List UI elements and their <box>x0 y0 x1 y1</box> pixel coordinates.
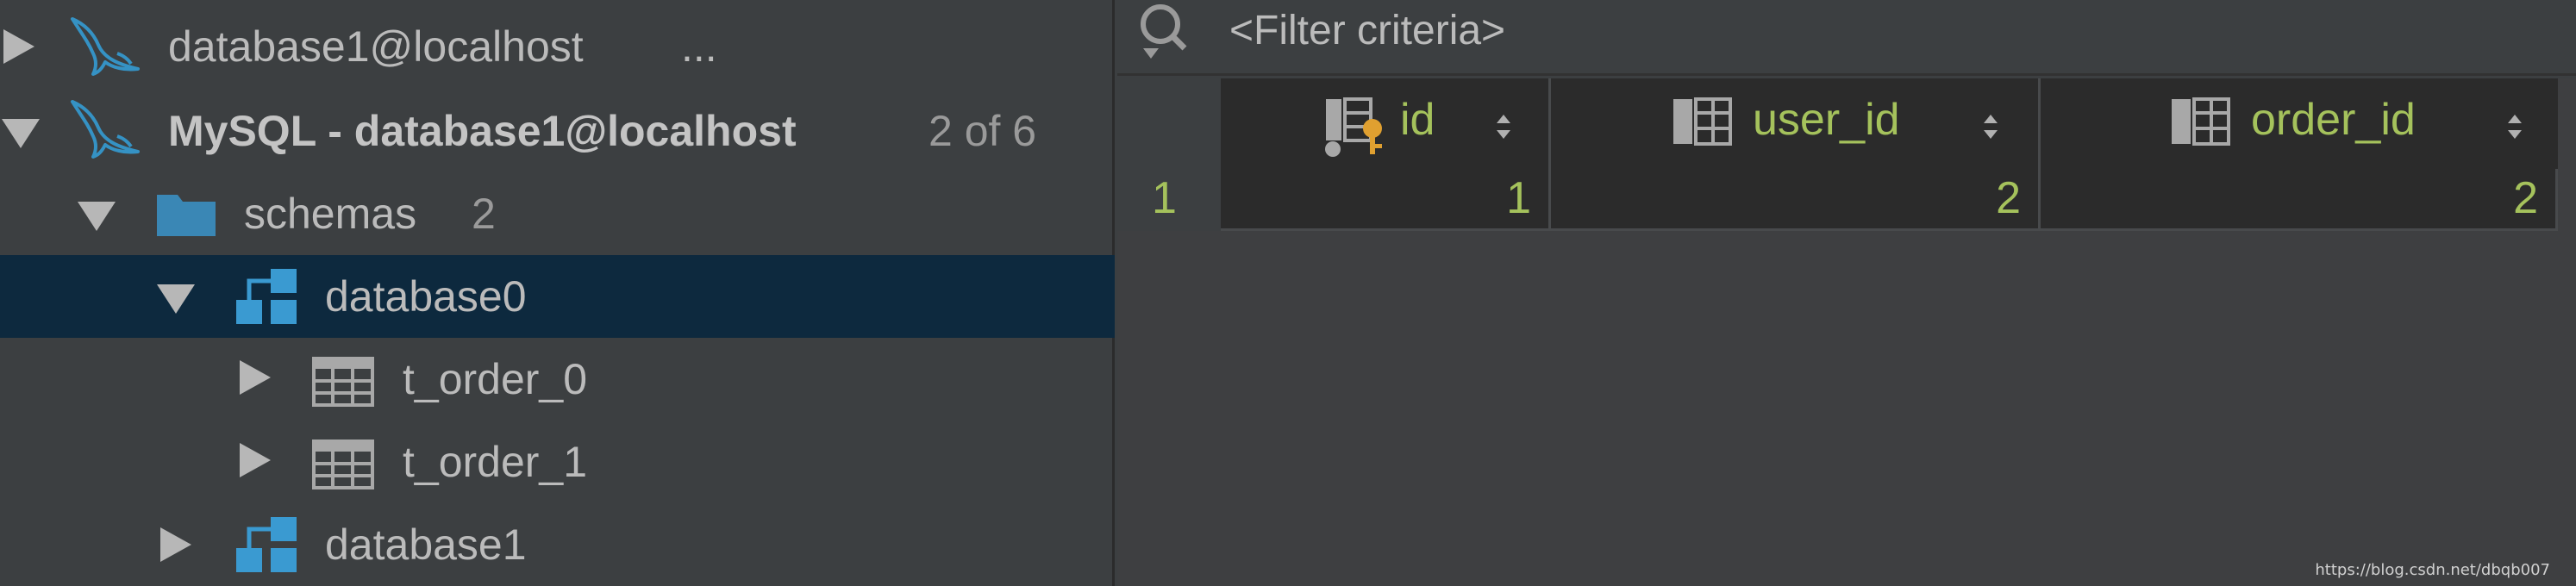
column-header-label: user_id <box>1753 95 1900 145</box>
sort-toggle-icon[interactable] <box>1495 109 1512 144</box>
column-header-label: order_id <box>2251 95 2416 145</box>
column-header-order-id[interactable]: order_id <box>2041 78 2558 169</box>
tree-node-schemas[interactable]: schemas 2 <box>0 172 1115 255</box>
tree-node-label: t_order_0 <box>403 355 588 403</box>
tree-node-label: database1@localhost <box>168 22 584 71</box>
filter-criteria-input[interactable]: <Filter criteria> <box>1229 7 1505 54</box>
tree-node-suffix: 2 <box>472 190 496 238</box>
database-tool-window: database1@localhost ... MySQL - database… <box>0 0 2576 586</box>
schema-icon <box>236 269 297 324</box>
tree-node-database0[interactable]: database0 <box>0 255 1115 338</box>
tree-node-label: MySQL - database1@localhost <box>168 107 797 155</box>
tree-node-t-order-1[interactable]: t_order_1 <box>0 421 1115 503</box>
column-header-id[interactable]: id <box>1221 78 1551 169</box>
column-header-label: id <box>1400 95 1435 145</box>
watermark-text: https://blog.csdn.net/dbqb007 <box>2315 561 2550 579</box>
column-icon <box>2172 97 2230 146</box>
collapse-arrow-icon[interactable] <box>78 202 116 231</box>
tree-node-t-order-0[interactable]: t_order_0 <box>0 338 1115 421</box>
column-header-user-id[interactable]: user_id <box>1551 78 2041 169</box>
sort-toggle-icon[interactable] <box>1982 109 1999 144</box>
filter-search-icon[interactable] <box>1135 2 1190 62</box>
column-icon <box>1673 97 1732 146</box>
data-grid-panel: <Filter criteria> id user_id order_id 1 … <box>1117 0 2576 586</box>
table-cell-order-id[interactable]: 2 <box>2041 169 2558 231</box>
expand-arrow-icon[interactable] <box>160 527 191 562</box>
table-cell-id[interactable]: 1 <box>1221 169 1551 231</box>
tree-node-label: database1 <box>325 521 527 569</box>
table-icon <box>312 440 374 489</box>
database-tree-panel: database1@localhost ... MySQL - database… <box>0 0 1115 586</box>
tree-node-mysql-database1[interactable]: MySQL - database1@localhost 2 of 6 <box>0 90 1115 172</box>
row-number[interactable]: 1 <box>1117 169 1221 231</box>
tree-node-database1[interactable]: database1 <box>0 503 1115 586</box>
collapse-arrow-icon[interactable] <box>157 284 195 314</box>
table-icon <box>312 357 374 407</box>
expand-arrow-icon[interactable] <box>3 29 34 64</box>
filter-bar[interactable]: <Filter criteria> <box>1117 0 2576 76</box>
grid-corner <box>1117 78 1221 169</box>
expand-arrow-icon[interactable] <box>240 360 271 395</box>
result-grid: id user_id order_id 1 1 2 2 <box>1117 78 2576 586</box>
collapse-arrow-icon[interactable] <box>2 119 40 148</box>
mysql-dolphin-icon <box>71 100 140 159</box>
tree-node-suffix: 2 of 6 <box>928 107 1037 155</box>
mysql-dolphin-icon <box>71 17 140 76</box>
tree-node-label: t_order_1 <box>403 438 588 486</box>
tree-node-label: schemas <box>244 190 417 238</box>
table-cell-user-id[interactable]: 2 <box>1551 169 2041 231</box>
tree-node-suffix: ... <box>681 22 717 71</box>
sort-toggle-icon[interactable] <box>2506 109 2523 144</box>
tree-node-database1-localhost[interactable]: database1@localhost ... <box>0 5 1115 88</box>
primary-key-column-icon <box>1325 97 1382 157</box>
schema-icon <box>236 517 297 572</box>
tree-node-label: database0 <box>325 272 527 321</box>
expand-arrow-icon[interactable] <box>240 443 271 477</box>
folder-icon <box>157 195 216 236</box>
